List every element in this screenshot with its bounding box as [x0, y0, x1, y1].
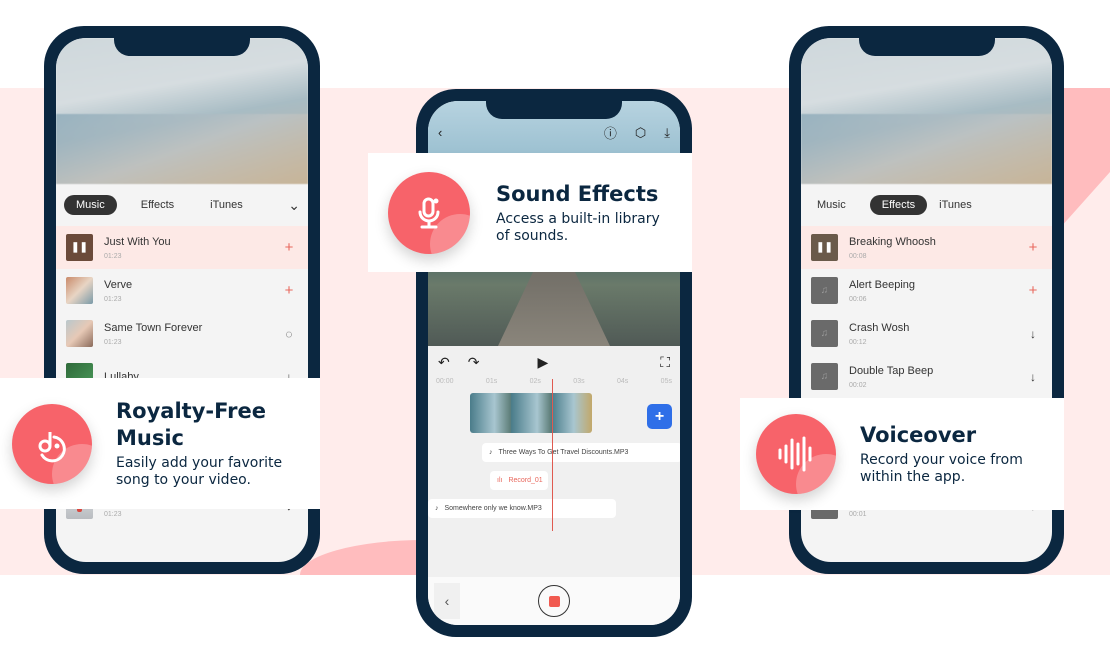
list-item[interactable]: ♫ Double Tap Beep 00:02 ↓	[801, 355, 1052, 398]
music-note-icon: ♫	[811, 363, 838, 390]
music-note-icon	[12, 403, 92, 484]
track-title: Just With You	[104, 235, 171, 248]
card-title: Royalty-Free Music	[116, 399, 266, 450]
tick-label: 01s	[485, 378, 498, 385]
music-note-icon: ♫	[811, 320, 838, 347]
track-title: Breaking Whoosh	[849, 235, 936, 248]
track-label: Record_01	[508, 477, 543, 484]
chevron-down-icon[interactable]: ⌄	[288, 197, 300, 214]
feature-card-music: Royalty-Free Music Easily add your favor…	[0, 378, 320, 509]
playback-controls: ↶ ↷ ▶ ⛶	[428, 346, 680, 378]
library-tabs: Music Effects iTunes	[801, 184, 1052, 226]
track-title: Crash Wosh	[849, 321, 910, 334]
download-icon[interactable]: ↓	[1024, 327, 1042, 341]
bottom-bar: ‹	[428, 577, 680, 625]
stop-icon	[548, 595, 560, 607]
track-duration: 01:23	[104, 295, 122, 303]
download-icon[interactable]: ⤓	[664, 125, 670, 141]
add-icon[interactable]: +	[280, 282, 298, 299]
track-title: Same Town Forever	[104, 321, 203, 334]
track-duration: 00:08	[849, 252, 867, 260]
timeline-ruler: 00:00 01s 02s 03s 04s 05s	[428, 378, 680, 392]
add-icon[interactable]: +	[1024, 282, 1042, 299]
add-clip-button[interactable]: +	[647, 404, 672, 429]
track-duration: 01:23	[104, 510, 122, 518]
tab-music[interactable]: Music	[64, 195, 117, 215]
tab-effects[interactable]: Effects	[129, 195, 186, 215]
playhead[interactable]	[552, 379, 553, 531]
audio-track[interactable]: ♪ Somewhere only we know.MP3	[428, 499, 616, 518]
video-preview	[56, 38, 308, 184]
track-duration: 01:23	[104, 338, 122, 346]
video-clip-strip[interactable]	[470, 393, 592, 433]
music-note-icon: ♫	[811, 277, 838, 304]
download-icon[interactable]: ↓	[1024, 370, 1042, 384]
track-duration: 00:12	[849, 338, 867, 346]
track-title: Alert Beeping	[849, 278, 916, 291]
record-stop-button[interactable]	[538, 585, 570, 617]
add-icon[interactable]: +	[1024, 239, 1042, 256]
tick-label: 05s	[660, 378, 672, 385]
track-title: Double Tap Beep	[849, 364, 934, 377]
play-icon[interactable]: ▶	[537, 354, 548, 371]
loading-icon: ◌	[285, 326, 293, 341]
info-icon[interactable]: ⓘ	[604, 123, 617, 142]
tick-label: 00:00	[436, 378, 454, 385]
feature-card-voiceover: Voiceover Record your voice from within …	[740, 398, 1064, 510]
back-icon[interactable]: ‹	[438, 125, 442, 140]
list-item[interactable]: ❚❚ Breaking Whoosh 00:08 +	[801, 226, 1052, 269]
tick-label: 02s	[529, 378, 541, 385]
pause-icon[interactable]: ❚❚	[66, 234, 93, 261]
track-label: Three Ways To Get Travel Discounts.MP3	[498, 449, 629, 456]
phone-notch	[858, 26, 995, 56]
list-item[interactable]: ♫ Alert Beeping 00:06 +	[801, 269, 1052, 312]
track-label: Somewhere only we know.MP3	[444, 505, 542, 512]
tab-music[interactable]: Music	[815, 195, 858, 215]
track-duration: 00:02	[849, 381, 867, 389]
list-item[interactable]: Verve 01:23 +	[56, 269, 308, 312]
feature-card-effects: Sound Effects Access a built-in library …	[368, 153, 692, 272]
music-note-icon: ♪	[489, 449, 493, 456]
settings-icon[interactable]: ⬡	[635, 125, 646, 141]
library-tabs: Music Effects iTunes ⌄	[56, 184, 308, 226]
record-track[interactable]: ılı Record_01	[490, 471, 548, 490]
tab-effects[interactable]: Effects	[869, 195, 928, 215]
music-note-icon: ♪	[435, 505, 439, 512]
tick-label: 04s	[616, 378, 629, 385]
track-title: Verve	[104, 278, 133, 291]
list-item[interactable]: Same Town Forever 01:23 ◌	[56, 312, 308, 355]
fullscreen-icon[interactable]: ⛶	[660, 354, 670, 371]
back-button[interactable]: ‹	[434, 583, 460, 619]
tab-itunes[interactable]: iTunes	[198, 195, 255, 215]
undo-icon[interactable]: ↶	[438, 354, 450, 371]
track-duration: 00:01	[849, 510, 867, 518]
list-item[interactable]: ❚❚ Just With You 01:23 +	[56, 226, 308, 269]
card-title: Voiceover	[860, 423, 977, 447]
list-item[interactable]: ♫ Crash Wosh 00:12 ↓	[801, 312, 1052, 355]
track-duration: 00:06	[849, 295, 867, 303]
tick-label: 03s	[573, 378, 585, 385]
audio-track[interactable]: ♪ Three Ways To Get Travel Discounts.MP3	[482, 443, 680, 462]
pause-icon[interactable]: ❚❚	[811, 234, 838, 261]
add-icon[interactable]: +	[280, 239, 298, 256]
redo-icon[interactable]: ↷	[468, 354, 480, 371]
video-preview	[801, 38, 1052, 184]
microphone-icon	[388, 171, 470, 254]
album-art	[66, 320, 93, 347]
card-description: Access a built-in library of sounds.	[496, 210, 660, 244]
tab-itunes[interactable]: iTunes	[939, 195, 984, 215]
track-duration: 01:23	[104, 252, 122, 260]
card-description: Easily add your favorite song to your vi…	[116, 455, 283, 488]
album-art	[66, 277, 93, 304]
waveform-icon: ılı	[497, 477, 503, 484]
card-description: Record your voice from within the app.	[860, 452, 1023, 485]
phone-notch	[486, 89, 622, 119]
phone-notch	[114, 26, 250, 56]
waveform-icon	[756, 414, 836, 494]
card-title: Sound Effects	[496, 181, 659, 206]
